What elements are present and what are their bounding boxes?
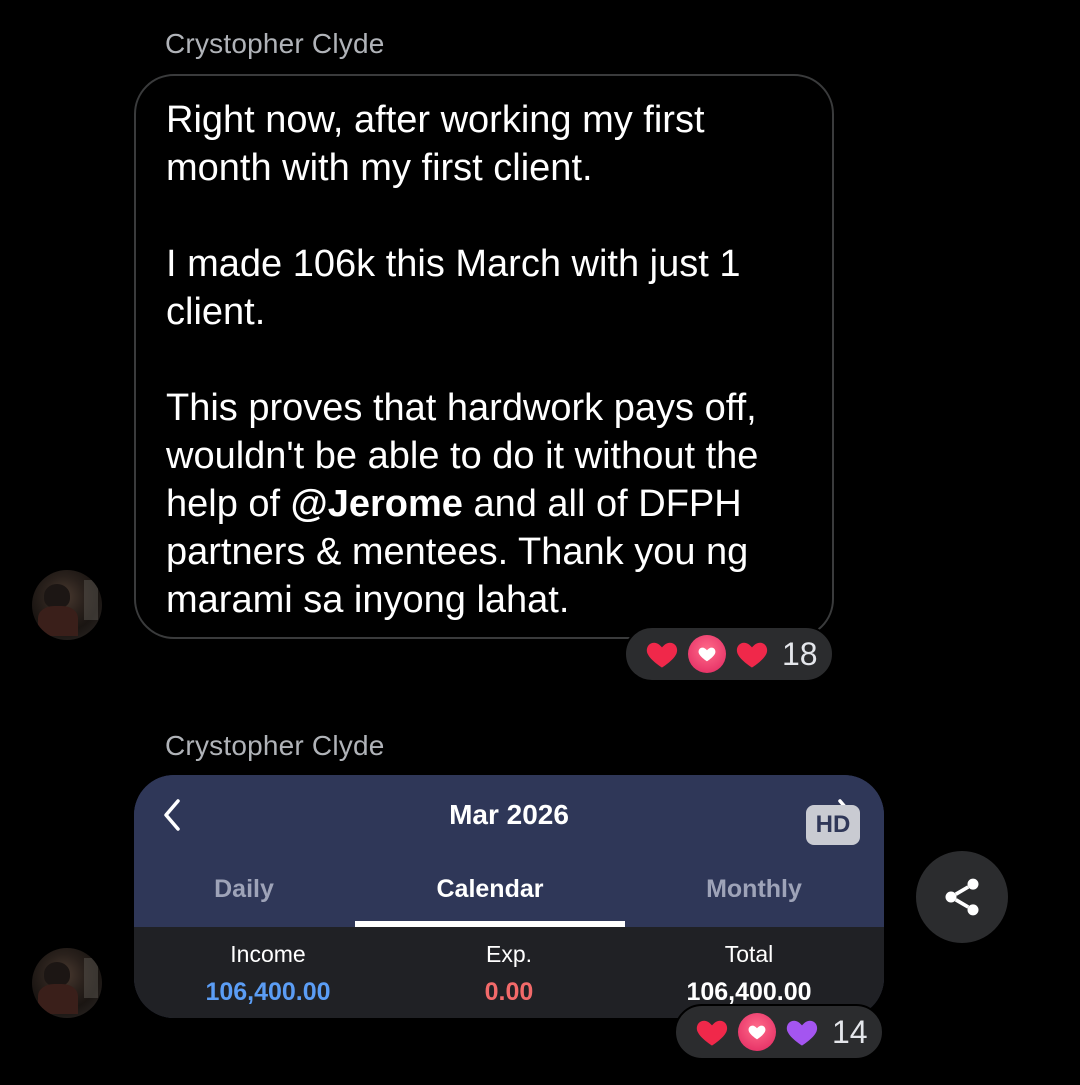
love-icon [738,1013,776,1051]
heart-icon [736,642,768,668]
screenshot-image[interactable]: Mar 2026 HD Daily Calendar Monthly Incom… [134,775,884,1018]
tab-daily: Daily [214,875,274,903]
mention-link[interactable]: @Jerome [291,483,463,525]
heart-icon [696,1020,728,1046]
message-paragraph: Right now, after working my first month … [166,99,705,189]
message-paragraph: This proves that hardwork pays off, woul… [166,384,812,624]
sender-name: Crystopher Clyde [165,730,385,761]
income-summary: Income 106,400.00 [188,941,348,1007]
sender-name: Crystopher Clyde [165,28,385,59]
reaction-count: 14 [832,1013,868,1050]
income-value: 106,400.00 [205,978,331,1006]
share-icon [945,878,979,916]
total-summary: Total 106,400.00 [659,941,839,1007]
expense-value: 0.00 [484,978,534,1006]
tab-monthly: Monthly [706,875,802,903]
purple-heart-icon [786,1020,818,1046]
avatar[interactable] [32,570,102,640]
month-title: Mar 2026 [449,799,569,830]
expense-label: Exp. [485,941,533,967]
message-paragraph: I made 106k this March with just 1 clien… [166,243,741,333]
total-label: Total [724,941,774,967]
reaction-count: 18 [782,635,818,672]
tab-calendar: Calendar [436,875,544,903]
hd-badge[interactable]: HD [806,805,860,845]
expense-summary: Exp. 0.00 [434,941,584,1007]
card-header: Mar 2026 HD Daily Calendar Monthly [134,775,884,927]
total-value: 106,400.00 [686,978,812,1006]
heart-icon [646,642,678,668]
reactions-bar[interactable]: 18 [624,626,834,682]
share-button[interactable] [916,851,1008,943]
avatar[interactable] [32,948,102,1018]
reactions-bar[interactable]: 14 [674,1004,884,1060]
love-icon [688,635,726,673]
income-label: Income [230,941,306,967]
message-bubble[interactable]: Right now, after working my first month … [134,74,834,639]
